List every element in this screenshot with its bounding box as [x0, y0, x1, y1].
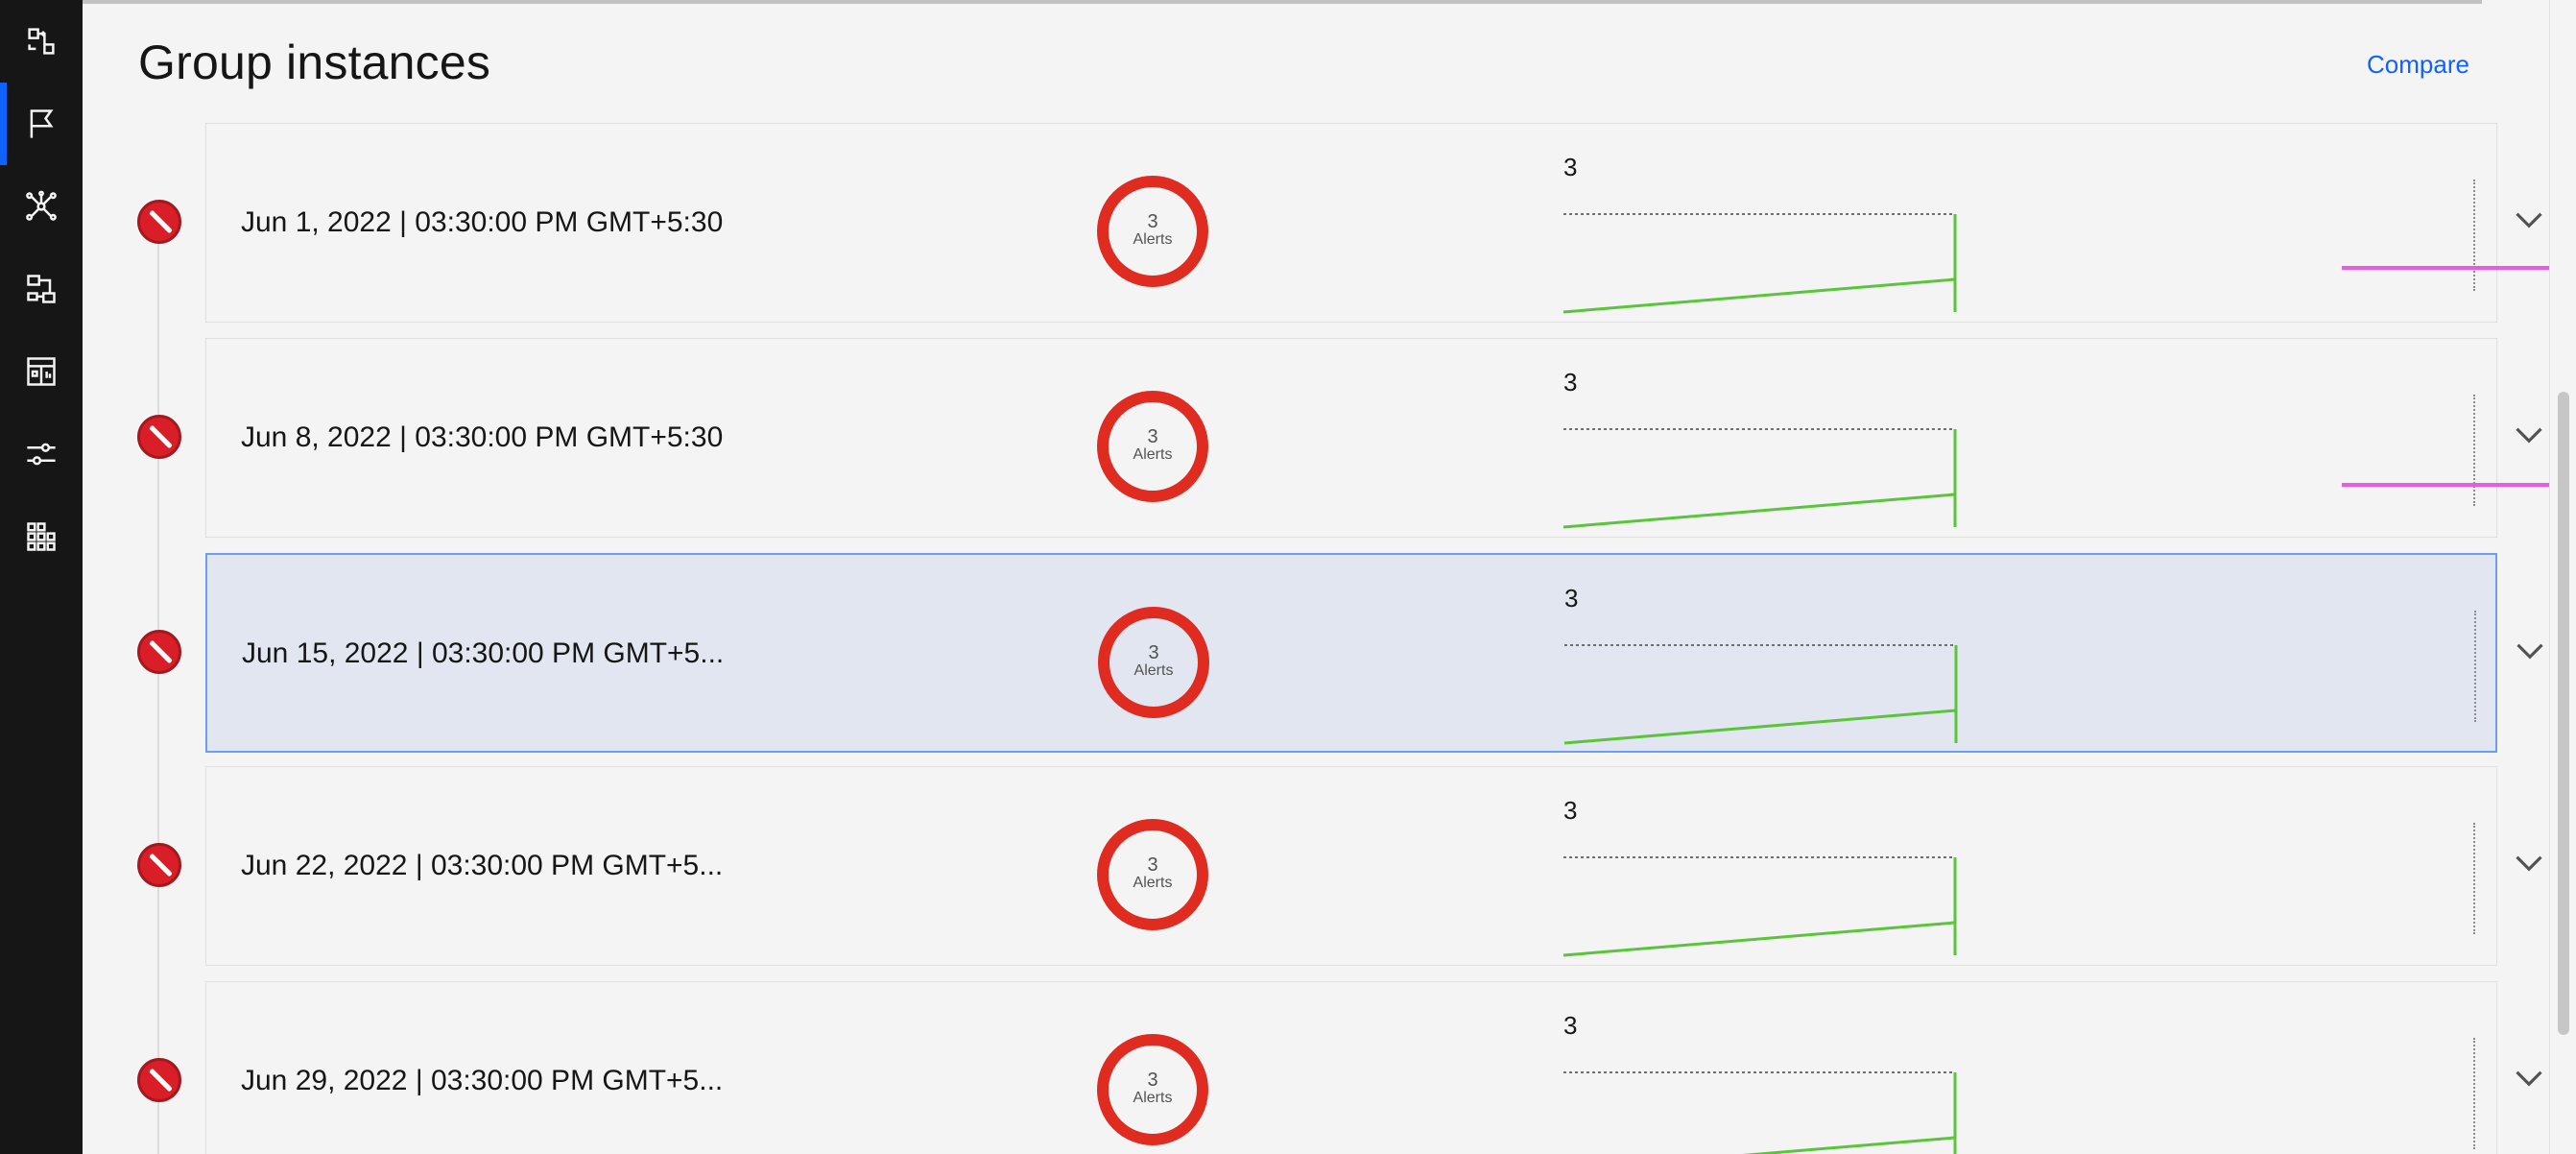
alerts-count: 3 — [1147, 211, 1158, 232]
alerts-label: Alerts — [1133, 662, 1174, 679]
instance-row[interactable]: Jun 1, 2022 | 03:30:00 PM GMT+5:30 3 Ale… — [205, 123, 2542, 323]
instance-row[interactable]: Jun 15, 2022 | 03:30:00 PM GMT+5... 3 Al… — [205, 553, 2543, 753]
expand-row-button[interactable] — [2511, 632, 2549, 670]
app: Group instances Compare Jun 1, 2022 | 03… — [0, 0, 2576, 1154]
alerts-sparkline — [1562, 213, 1957, 314]
row-divider — [2473, 395, 2475, 506]
instance-row[interactable]: Jun 22, 2022 | 03:30:00 PM GMT+5... 3 Al… — [205, 766, 2542, 966]
flag-icon — [30, 109, 54, 138]
flow-icon — [28, 28, 55, 55]
error-status-icon — [137, 415, 181, 459]
instance-date: Jun 1, 2022 | 03:30:00 PM GMT+5:30 — [241, 206, 724, 238]
alerts-ring: 3 Alerts — [1097, 1034, 1208, 1145]
instance-date: Jun 8, 2022 | 03:30:00 PM GMT+5:30 — [241, 421, 724, 453]
expand-row-button[interactable] — [2510, 1059, 2548, 1097]
alerts-count: 3 — [1147, 854, 1158, 876]
chevron-down-icon — [2516, 643, 2543, 660]
instance-row[interactable]: Jun 29, 2022 | 03:30:00 PM GMT+5... 3 Al… — [205, 981, 2542, 1154]
row-divider — [2473, 180, 2475, 291]
row-divider — [2474, 611, 2476, 722]
vertical-scrollbar[interactable] — [2549, 0, 2576, 1154]
alerts-ring: 3 Alerts — [1097, 391, 1208, 502]
timeline-line — [157, 221, 159, 1154]
instance-row[interactable]: Jun 8, 2022 | 03:30:00 PM GMT+5:30 3 Ale… — [205, 338, 2542, 538]
alerts-label: Alerts — [1133, 446, 1173, 463]
alerts-sparkline — [1562, 856, 1957, 957]
nav-item-dashboard[interactable] — [0, 330, 83, 413]
dashboard-table-icon — [27, 357, 56, 386]
chevron-down-icon — [2516, 427, 2542, 444]
instance-date: Jun 22, 2022 | 03:30:00 PM GMT+5... — [241, 850, 724, 881]
annotation-line — [2342, 483, 2555, 487]
nav-item-flow[interactable] — [0, 0, 83, 83]
main-content: Group instances Compare Jun 1, 2022 | 03… — [83, 0, 2555, 1154]
alerts-label: Alerts — [1133, 875, 1173, 891]
alerts-count: 3 — [1147, 1070, 1158, 1091]
heat-map-icon — [27, 522, 56, 551]
alerts-ring: 3 Alerts — [1097, 819, 1208, 930]
page-title: Group instances — [138, 36, 491, 89]
nav-item-settings[interactable] — [0, 413, 83, 495]
chevron-down-icon — [2516, 212, 2542, 228]
row-divider — [2473, 823, 2475, 934]
compare-link[interactable]: Compare — [2367, 50, 2469, 80]
error-status-icon — [137, 200, 181, 244]
row-divider — [2473, 1038, 2475, 1149]
alerts-ring: 3 Alerts — [1098, 607, 1209, 718]
annotation-line — [2342, 266, 2555, 270]
alerts-label: Alerts — [1133, 231, 1173, 248]
alerts-sparkline — [1562, 428, 1957, 529]
nav-item-workflow[interactable] — [0, 248, 83, 330]
instance-date: Jun 29, 2022 | 03:30:00 PM GMT+5... — [241, 1065, 724, 1096]
nav-item-heatmap[interactable] — [0, 495, 83, 578]
nav-item-topology[interactable] — [0, 165, 83, 248]
error-status-icon — [137, 630, 181, 674]
error-status-icon — [137, 1058, 181, 1102]
error-status-icon — [137, 843, 181, 887]
instance-date: Jun 15, 2022 | 03:30:00 PM GMT+5... — [242, 637, 725, 669]
nav-item-alerts[interactable] — [0, 83, 83, 165]
alerts-label: Alerts — [1133, 1090, 1173, 1106]
expand-row-button[interactable] — [2510, 201, 2548, 239]
alerts-ring: 3 Alerts — [1097, 176, 1208, 287]
workflow-icon — [27, 275, 56, 303]
alerts-count: 3 — [1147, 426, 1158, 447]
alerts-sparkline — [1563, 1071, 1957, 1154]
expand-row-button[interactable] — [2510, 844, 2548, 882]
settings-sliders-icon — [27, 443, 56, 466]
chevron-down-icon — [2516, 1070, 2542, 1087]
scrollbar-thumb[interactable] — [2558, 392, 2569, 1035]
alerts-count: 3 — [1148, 642, 1159, 663]
side-nav — [0, 0, 83, 1154]
network-icon — [26, 190, 57, 221]
expand-row-button[interactable] — [2510, 416, 2548, 454]
alerts-sparkline — [1563, 644, 1958, 745]
chevron-down-icon — [2516, 855, 2542, 872]
